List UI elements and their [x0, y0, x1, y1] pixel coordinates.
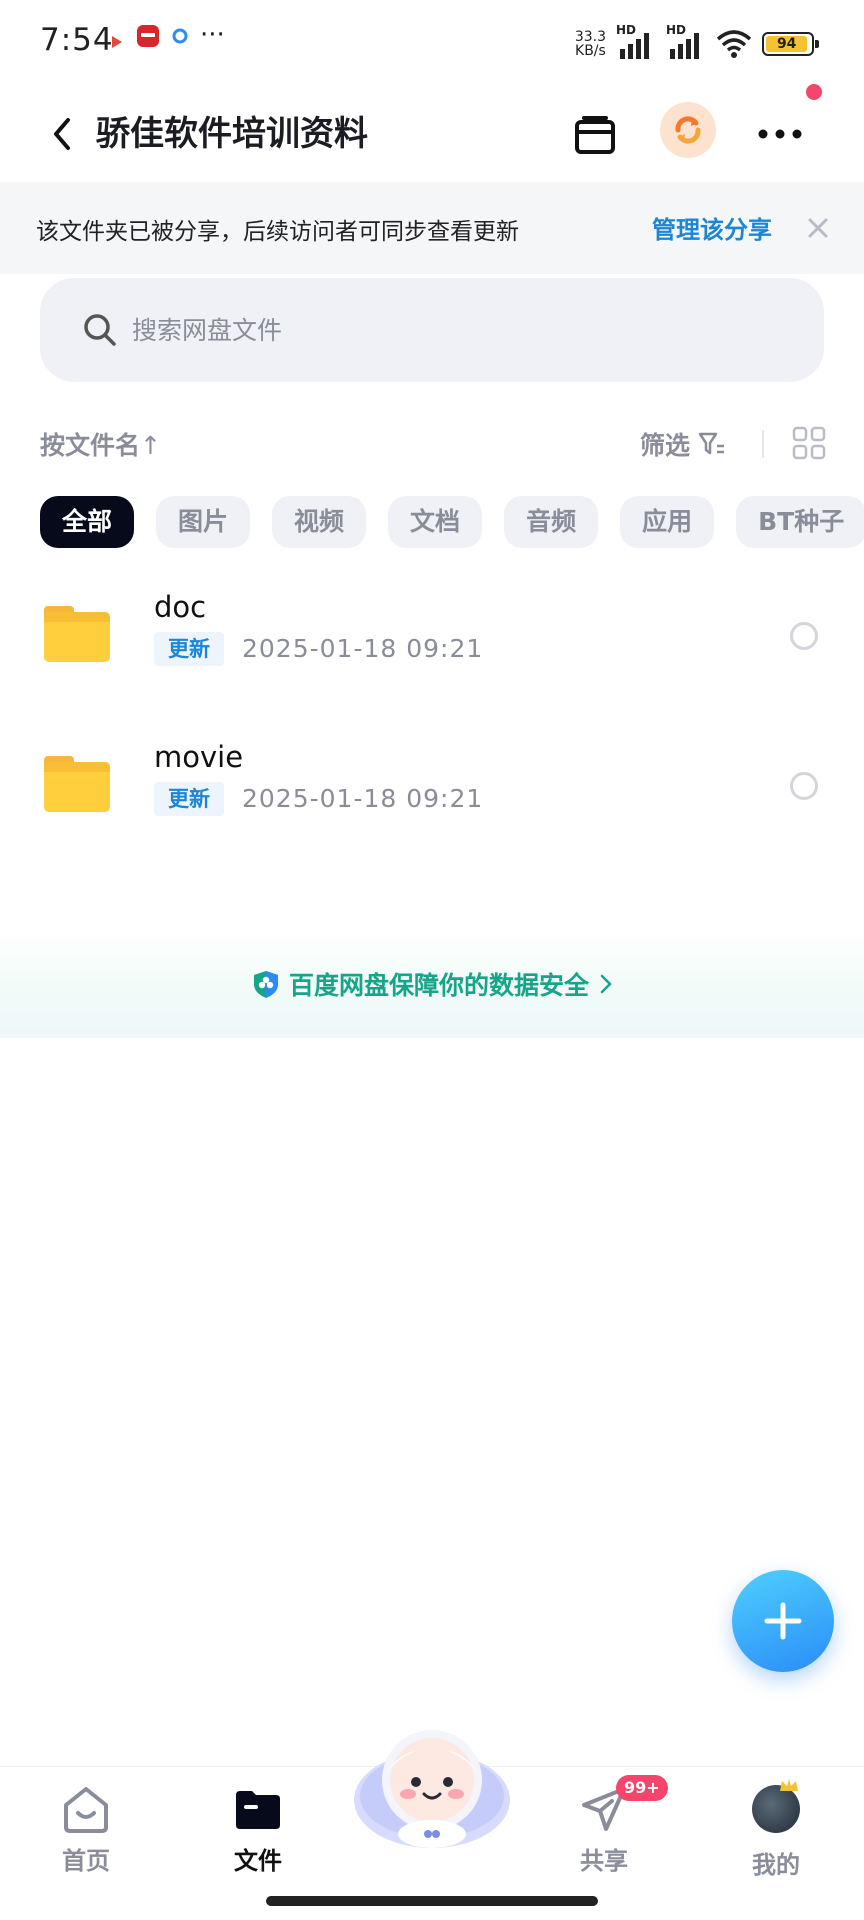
home-indicator [266, 1896, 598, 1906]
manage-share-link[interactable]: 管理该分享 [652, 210, 772, 245]
folder-icon [44, 606, 110, 662]
mascot-assistant[interactable] [352, 1722, 512, 1852]
share-banner-text: 该文件夹已被分享，后续访问者可同步查看更新 [36, 219, 519, 245]
filter-icon [698, 432, 725, 455]
signal-2-icon: HD [666, 23, 706, 61]
nav-me[interactable]: 我的 [716, 1779, 836, 1880]
search-input[interactable] [132, 315, 732, 345]
chip-apps[interactable]: 应用 [620, 496, 715, 548]
sort-label: 按文件名 [40, 431, 141, 460]
grid-view-button[interactable] [792, 426, 826, 460]
filter-label: 筛选 [640, 431, 691, 460]
header: 骄佳软件培训资料 [0, 86, 864, 182]
file-row-movie[interactable]: movie 更新 2025-01-18 09:21 [0, 716, 864, 856]
close-icon [808, 218, 828, 238]
signal-1-icon: HD [616, 23, 656, 61]
archive-button[interactable] [570, 106, 620, 162]
battery-icon: 94 [762, 32, 819, 56]
more-button[interactable] [752, 106, 808, 162]
share-banner: 该文件夹已被分享，后续访问者可同步查看更新 管理该分享 [0, 182, 864, 274]
search-bar[interactable] [40, 278, 824, 382]
sort-row: 按文件名↑ 筛选 [40, 418, 830, 466]
chip-images[interactable]: 图片 [156, 496, 251, 548]
grid-view-icon [792, 426, 826, 460]
send-icon: 99+ [576, 1775, 668, 1837]
home-icon [58, 1781, 114, 1837]
chevron-right-icon [600, 974, 612, 994]
security-text: 百度网盘保障你的数据安全 [288, 971, 589, 1000]
search-icon [80, 310, 120, 350]
more-icon [758, 129, 802, 139]
sort-divider [762, 430, 764, 458]
app-notification-icon [112, 36, 122, 48]
file-date: 2025-01-18 09:21 [242, 634, 484, 663]
page-title: 骄佳软件培训资料 [96, 114, 368, 154]
update-badge: 更新 [154, 782, 224, 816]
sort-arrow-icon: ↑ [140, 431, 161, 460]
plus-icon [764, 1602, 802, 1640]
network-speed: 33.3 KB/s [574, 29, 606, 59]
chip-videos[interactable]: 视频 [272, 496, 367, 548]
shield-icon [253, 971, 278, 998]
nav-home-label: 首页 [62, 1847, 110, 1875]
update-badge: 更新 [154, 632, 224, 666]
folder-icon [44, 756, 110, 812]
nav-files-label: 文件 [234, 1847, 282, 1875]
cloud-app-icon [172, 28, 188, 44]
status-bar: 7:54 ··· 33.3 KB/s HD HD 94 [0, 0, 864, 86]
sync-icon [675, 116, 701, 144]
wifi-icon [716, 30, 752, 58]
share-badge: 99+ [616, 1775, 668, 1801]
file-name: doc [154, 590, 207, 624]
chip-all[interactable]: 全部 [40, 496, 135, 548]
avatar [748, 1779, 804, 1841]
chip-documents[interactable]: 文档 [388, 496, 483, 548]
back-button[interactable] [36, 108, 88, 160]
battery-level: 94 [766, 36, 808, 52]
select-checkbox[interactable] [790, 772, 818, 800]
status-right: 33.3 KB/s HD HD 94 [574, 23, 819, 62]
file-name: movie [154, 740, 244, 774]
filter-button[interactable]: 筛选 [640, 426, 726, 462]
nav-me-label: 我的 [752, 1851, 800, 1879]
chip-bt-seeds[interactable]: BT种子 [736, 496, 864, 548]
category-chips: 全部 图片 视频 文档 音频 应用 BT种子 [40, 496, 864, 548]
archive-box-icon [575, 116, 615, 154]
nav-home[interactable]: 首页 [26, 1781, 146, 1876]
security-banner[interactable]: 百度网盘保障你的数据安全 [0, 930, 864, 1038]
file-date: 2025-01-18 09:21 [242, 784, 484, 813]
banner-close-button[interactable] [800, 210, 836, 246]
add-button[interactable] [732, 1570, 834, 1672]
sort-by-name-button[interactable]: 按文件名↑ [40, 426, 161, 462]
file-row-doc[interactable]: doc 更新 2025-01-18 09:21 [0, 566, 864, 706]
status-time: 7:54 [40, 22, 114, 58]
select-checkbox[interactable] [790, 622, 818, 650]
chip-audio[interactable]: 音频 [504, 496, 599, 548]
back-arrow-icon [54, 118, 70, 150]
nav-share-label: 共享 [580, 1847, 628, 1875]
news-app-icon [137, 25, 159, 47]
sync-button[interactable] [660, 102, 716, 158]
nav-files[interactable]: 文件 [198, 1781, 318, 1876]
status-more: ··· [200, 20, 225, 50]
nav-share[interactable]: 99+ 共享 [544, 1775, 668, 1876]
crown-icon [780, 1779, 798, 1791]
folder-icon [230, 1781, 286, 1837]
notification-dot [806, 84, 822, 100]
